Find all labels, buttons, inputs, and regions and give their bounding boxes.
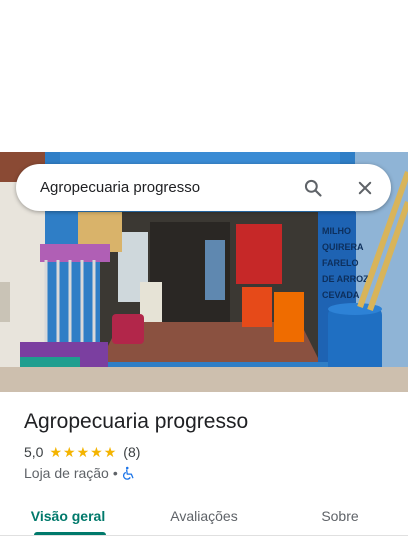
- sign-text-5: CEVADA: [322, 290, 360, 300]
- map-blank-area: [0, 0, 408, 152]
- sign-text-3: FARELO: [322, 258, 359, 268]
- sign-text-4: DE ARROZ: [322, 274, 369, 284]
- search-bar[interactable]: [16, 164, 391, 211]
- place-category: Loja de ração: [24, 465, 109, 481]
- review-count[interactable]: (8): [123, 444, 140, 460]
- place-tabs: Visão geral Avaliações Sobre: [0, 496, 408, 536]
- category-row: Loja de ração •: [24, 465, 136, 481]
- sign-text-1: MILHO: [322, 226, 351, 236]
- tab-reviews[interactable]: Avaliações: [136, 496, 272, 535]
- rating-value: 5,0: [24, 444, 44, 460]
- wheelchair-icon: [122, 466, 136, 480]
- star-icon: ★: [90, 444, 103, 460]
- tab-overview[interactable]: Visão geral: [0, 496, 136, 535]
- star-icon: ★: [103, 444, 117, 460]
- place-title: Agropecuaria progresso: [24, 410, 249, 433]
- search-input[interactable]: [40, 179, 301, 196]
- star-icon: ★: [63, 444, 76, 460]
- star-rating: ★ ★ ★ ★ ★: [49, 445, 117, 459]
- separator-dot: •: [112, 465, 118, 481]
- search-icon[interactable]: [301, 176, 325, 200]
- sign-text-2: QUIRERA: [322, 242, 364, 252]
- star-icon: ★: [76, 444, 90, 460]
- tab-about[interactable]: Sobre: [272, 496, 408, 535]
- close-icon[interactable]: [353, 176, 377, 200]
- star-icon: ★: [49, 444, 63, 460]
- rating-row[interactable]: 5,0 ★ ★ ★ ★ ★ (8): [24, 444, 140, 460]
